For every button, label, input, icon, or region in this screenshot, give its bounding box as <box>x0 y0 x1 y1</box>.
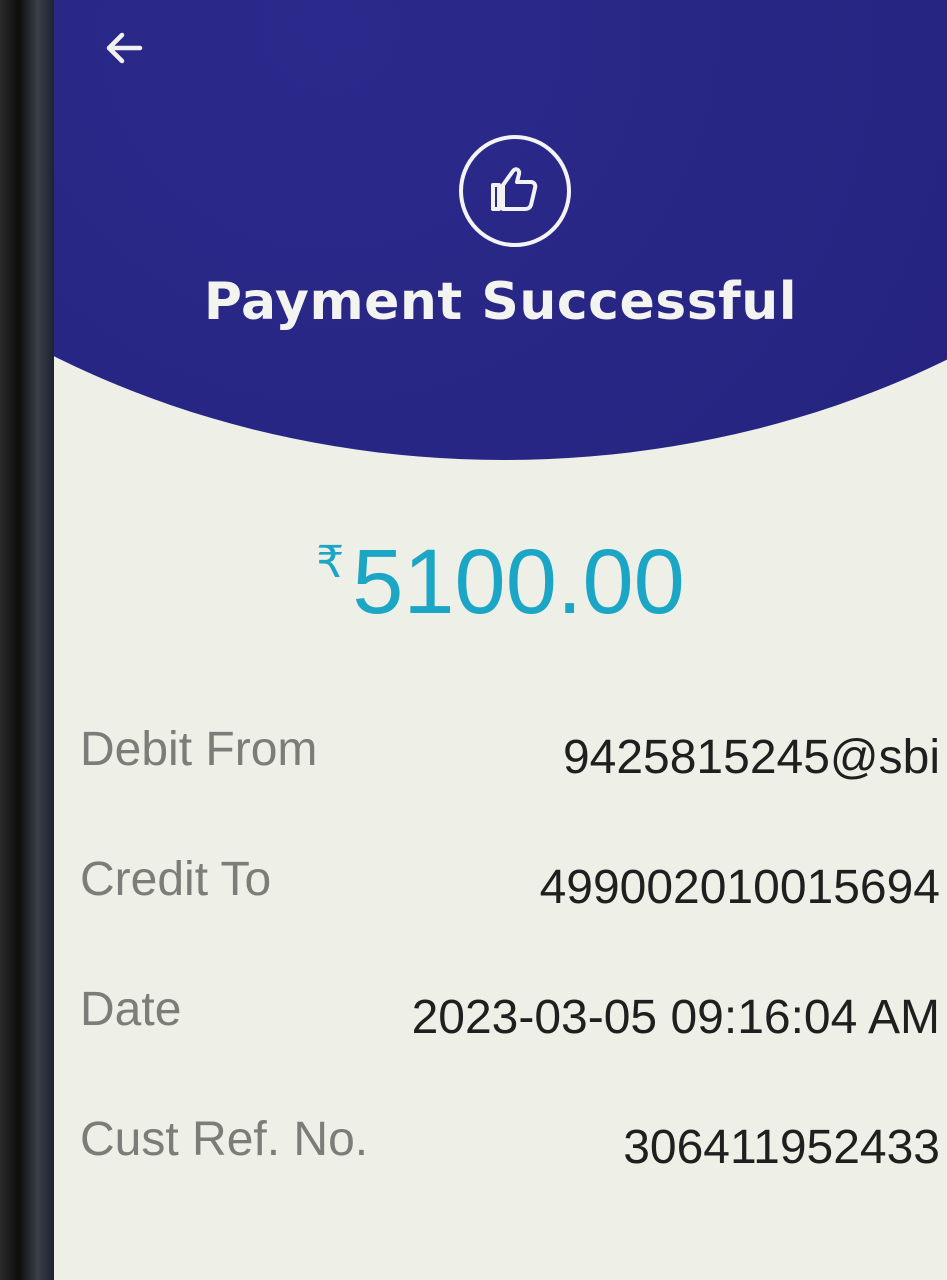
date-label: Date <box>80 983 182 1036</box>
credit-to-value: 499002010015694 <box>539 861 940 914</box>
arrow-left-icon <box>106 32 143 64</box>
phone-bezel <box>0 0 54 1280</box>
detail-row-date: Date 2023-03-05 09:16:04 AM <box>80 982 940 1044</box>
back-button[interactable] <box>100 24 148 72</box>
detail-row-cust-ref: Cust Ref. No. 306411952433 <box>80 1112 940 1174</box>
payment-status-title: Payment Successful <box>203 272 798 332</box>
credit-to-label: Credit To <box>80 853 272 906</box>
thumbs-up-icon <box>491 167 538 211</box>
amount-value: 5100.00 <box>352 531 685 633</box>
cust-ref-value: 306411952433 <box>623 1121 940 1174</box>
currency-symbol: ₹ <box>316 538 345 587</box>
success-badge <box>459 135 571 247</box>
payment-receipt-screen: Payment Successful ₹5100.00 Debit From 9… <box>54 0 947 1280</box>
debit-from-value: 9425815245@sbi <box>562 731 940 784</box>
cust-ref-label: Cust Ref. No. <box>80 1113 369 1166</box>
date-value: 2023-03-05 09:16:04 AM <box>411 991 940 1044</box>
debit-from-label: Debit From <box>80 723 318 776</box>
payment-amount: ₹5100.00 <box>54 530 947 635</box>
detail-row-debit-from: Debit From 9425815245@sbi <box>80 722 940 784</box>
detail-row-credit-to: Credit To 499002010015694 <box>80 852 940 914</box>
